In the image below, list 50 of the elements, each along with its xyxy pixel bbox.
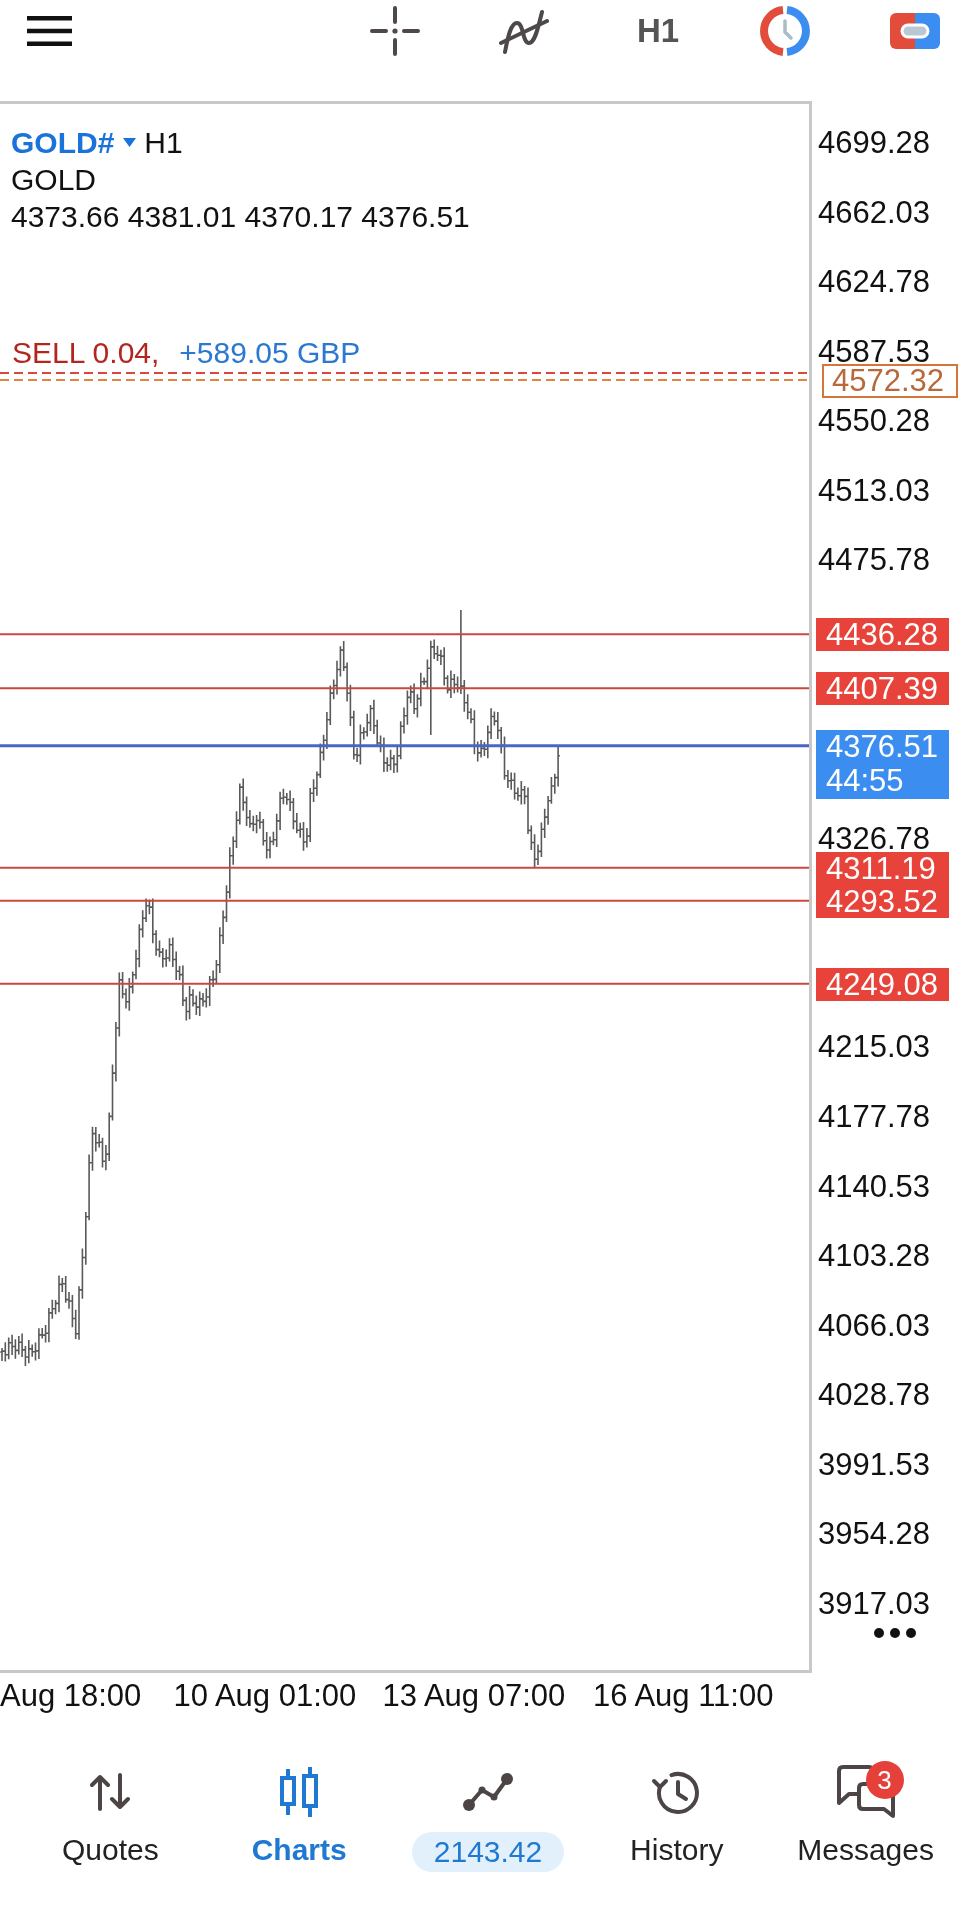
price-level-tag: 4311.19: [816, 851, 949, 885]
time-axis-label: 16 Aug 11:00: [593, 1678, 774, 1714]
price-level-tag: 4293.52: [816, 884, 949, 918]
timeframe-button[interactable]: H1: [637, 10, 680, 51]
price-axis-label: 4215.03: [818, 1034, 931, 1061]
price-level-tag: 4249.08: [816, 967, 949, 1001]
time-axis-label: 10 Aug 01:00: [173, 1678, 357, 1714]
price-axis-label: 4550.28: [818, 408, 931, 435]
symbol-name[interactable]: GOLD#: [11, 124, 115, 161]
price-axis-label: 4028.78: [818, 1382, 931, 1409]
caret-icon[interactable]: [123, 138, 137, 147]
timeframe-label: H1: [144, 125, 183, 161]
price-axis-label: 4587.53: [818, 338, 931, 365]
nav-tab[interactable]: Quotes: [62, 1767, 159, 1868]
notification-badge: 3: [865, 1761, 904, 1799]
nav-tab[interactable]: Charts: [251, 1767, 347, 1868]
price-level-tag: 4436.28: [816, 618, 949, 652]
price-axis-label: 3991.53: [818, 1451, 931, 1478]
price-level-tag: 4407.39: [816, 672, 949, 706]
crosshair-icon[interactable]: [370, 5, 420, 56]
symbol-description: GOLD: [11, 162, 98, 198]
time-axis-label: Aug 18:00: [0, 1678, 142, 1714]
price-axis-label: 4475.78: [818, 547, 931, 574]
price-axis-label: 4103.28: [818, 1243, 931, 1270]
price-axis-label: 4513.03: [818, 477, 931, 504]
toggle-icon[interactable]: [890, 12, 941, 49]
price-axis-label: 3954.28: [818, 1521, 931, 1548]
price-axis-label: 3917.03: [818, 1591, 931, 1617]
nav-tab[interactable]: History: [630, 1767, 724, 1868]
line-chart-icon: [462, 1772, 514, 1812]
time-axis-label: 13 Aug 07:00: [382, 1678, 566, 1714]
nav-tab[interactable]: 2143.42: [411, 1767, 565, 1872]
position-label: SELL 0.04,: [12, 336, 160, 371]
price-axis-label: 4177.78: [818, 1104, 931, 1130]
bid-price: 4376.51: [826, 729, 940, 765]
price-axis-label: 4066.03: [818, 1312, 931, 1339]
bar-countdown: 44:55: [826, 764, 905, 799]
stop-loss-tag: 4572.32: [822, 364, 958, 399]
balance-pill: 2143.42: [411, 1832, 565, 1872]
price-axis-label: 4326.78: [818, 825, 931, 852]
price-axis-label: 4699.28: [818, 130, 931, 156]
price-axis-label: 4140.53: [818, 1173, 931, 1200]
ohlc-values: 4373.66 4381.01 4370.17 4376.51: [11, 199, 471, 235]
clock-icon[interactable]: [760, 5, 811, 56]
position-profit: +589.05 GBP: [179, 336, 361, 371]
up-down-arrows-icon: [90, 1773, 131, 1811]
menu-icon[interactable]: [27, 15, 72, 46]
price-axis-label: 4624.78: [818, 269, 931, 296]
price-axis-label: 4662.03: [818, 199, 931, 226]
more-icon[interactable]: [874, 1628, 916, 1638]
